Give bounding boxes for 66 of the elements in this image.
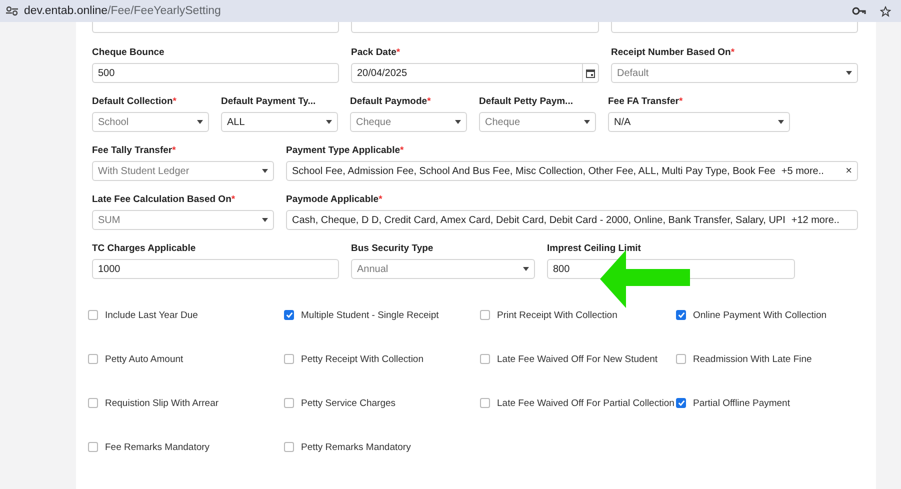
checkbox[interactable]: [480, 354, 490, 364]
field-label: Fee FA Transfer*: [608, 96, 684, 108]
checkbox-label: Requistion Slip With Arrear: [105, 398, 219, 408]
checkbox[interactable]: [88, 442, 98, 452]
field-label: Pack Date*: [351, 47, 402, 59]
clear-icon[interactable]: ×: [846, 165, 852, 177]
checkbox-label: Petty Receipt With Collection: [301, 354, 424, 364]
address-bar[interactable]: dev.entab.online/Fee/FeeYearlySetting: [0, 0, 901, 22]
field-label: TC Charges Applicable: [92, 243, 197, 255]
checkbox[interactable]: [480, 398, 490, 408]
field-label: Default Payment Ty...: [221, 96, 317, 108]
checkbox-label: Partial Offline Payment: [693, 398, 790, 408]
checkbox-label: Print Receipt With Collection: [497, 310, 618, 320]
calendar-icon[interactable]: [586, 68, 595, 78]
checkbox[interactable]: [676, 354, 686, 364]
caret-icon: [262, 169, 268, 173]
field-label: Default Petty Paym...: [479, 96, 574, 108]
checkbox[interactable]: [284, 398, 294, 408]
field-label: Late Fee Calculation Based On*: [92, 194, 236, 206]
checkbox[interactable]: [88, 398, 98, 408]
field-label: Default Paymode*: [350, 96, 432, 108]
star-icon[interactable]: [880, 6, 891, 16]
caret-icon: [778, 120, 784, 124]
checkbox[interactable]: [284, 310, 294, 320]
field-label: Imprest Ceiling Limit: [547, 243, 642, 255]
checkbox-label: Online Payment With Collection: [693, 310, 827, 320]
checkbox-label: Petty Service Charges: [301, 398, 396, 408]
select-field[interactable]: ALL: [221, 112, 338, 132]
caret-icon: [197, 120, 203, 124]
checkbox-label: Petty Remarks Mandatory: [301, 442, 411, 452]
checkbox[interactable]: [284, 442, 294, 452]
checkbox[interactable]: [480, 310, 490, 320]
checkbox-label: Multiple Student - Single Receipt: [301, 310, 439, 320]
checkbox[interactable]: [676, 398, 686, 408]
select-field[interactable]: N/A: [608, 112, 790, 132]
caret-icon: [326, 120, 332, 124]
input-field[interactable]: 1000: [92, 259, 339, 279]
field-label: Payment Type Applicable*: [286, 145, 405, 157]
field-label: Cheque Bounce: [92, 47, 166, 59]
caret-icon: [846, 71, 852, 75]
caret-icon: [523, 267, 529, 271]
url-text: dev.entab.online/Fee/FeeYearlySetting: [24, 5, 222, 17]
key-icon[interactable]: [852, 7, 866, 15]
multi-select-field[interactable]: Cash, Cheque, D D, Credit Card, Amex Card, Debit Card, Debit Card - 2000, Online, Bank Transfer, Salary, UPI +12 more..: [286, 210, 858, 230]
checkbox-label: Include Last Year Due: [105, 310, 198, 320]
checkbox[interactable]: [88, 354, 98, 364]
checkbox[interactable]: [88, 310, 98, 320]
caret-icon: [584, 120, 590, 124]
checkbox-label: Petty Auto Amount: [105, 354, 184, 364]
checkbox-label: Fee Remarks Mandatory: [105, 442, 210, 452]
checkbox[interactable]: [676, 310, 686, 320]
site-settings-icon[interactable]: [6, 6, 18, 16]
field-label: Default Collection*: [92, 96, 178, 108]
checkbox-label: Readmission With Late Fine: [693, 354, 812, 364]
input-field[interactable]: 500: [92, 63, 339, 83]
field-label: Fee Tally Transfer*: [92, 145, 177, 157]
checkbox-label: Late Fee Waived Off For Partial Collection: [497, 398, 674, 408]
input-field[interactable]: 20/04/2025: [351, 63, 599, 83]
field-label: Bus Security Type: [351, 243, 434, 255]
caret-icon: [455, 120, 461, 124]
checkbox[interactable]: [284, 354, 294, 364]
multi-select-field[interactable]: School Fee, Admission Fee, School And Bus Fee, Misc Collection, Other Fee, ALL, Multi Pay Type, Book Fee +5 more.. ×: [286, 161, 858, 181]
field-label: Receipt Number Based On*: [611, 47, 736, 59]
checkbox-label: Late Fee Waived Off For New Student: [497, 354, 658, 364]
field-label: Paymode Applicable*: [286, 194, 384, 206]
caret-icon: [262, 218, 268, 222]
